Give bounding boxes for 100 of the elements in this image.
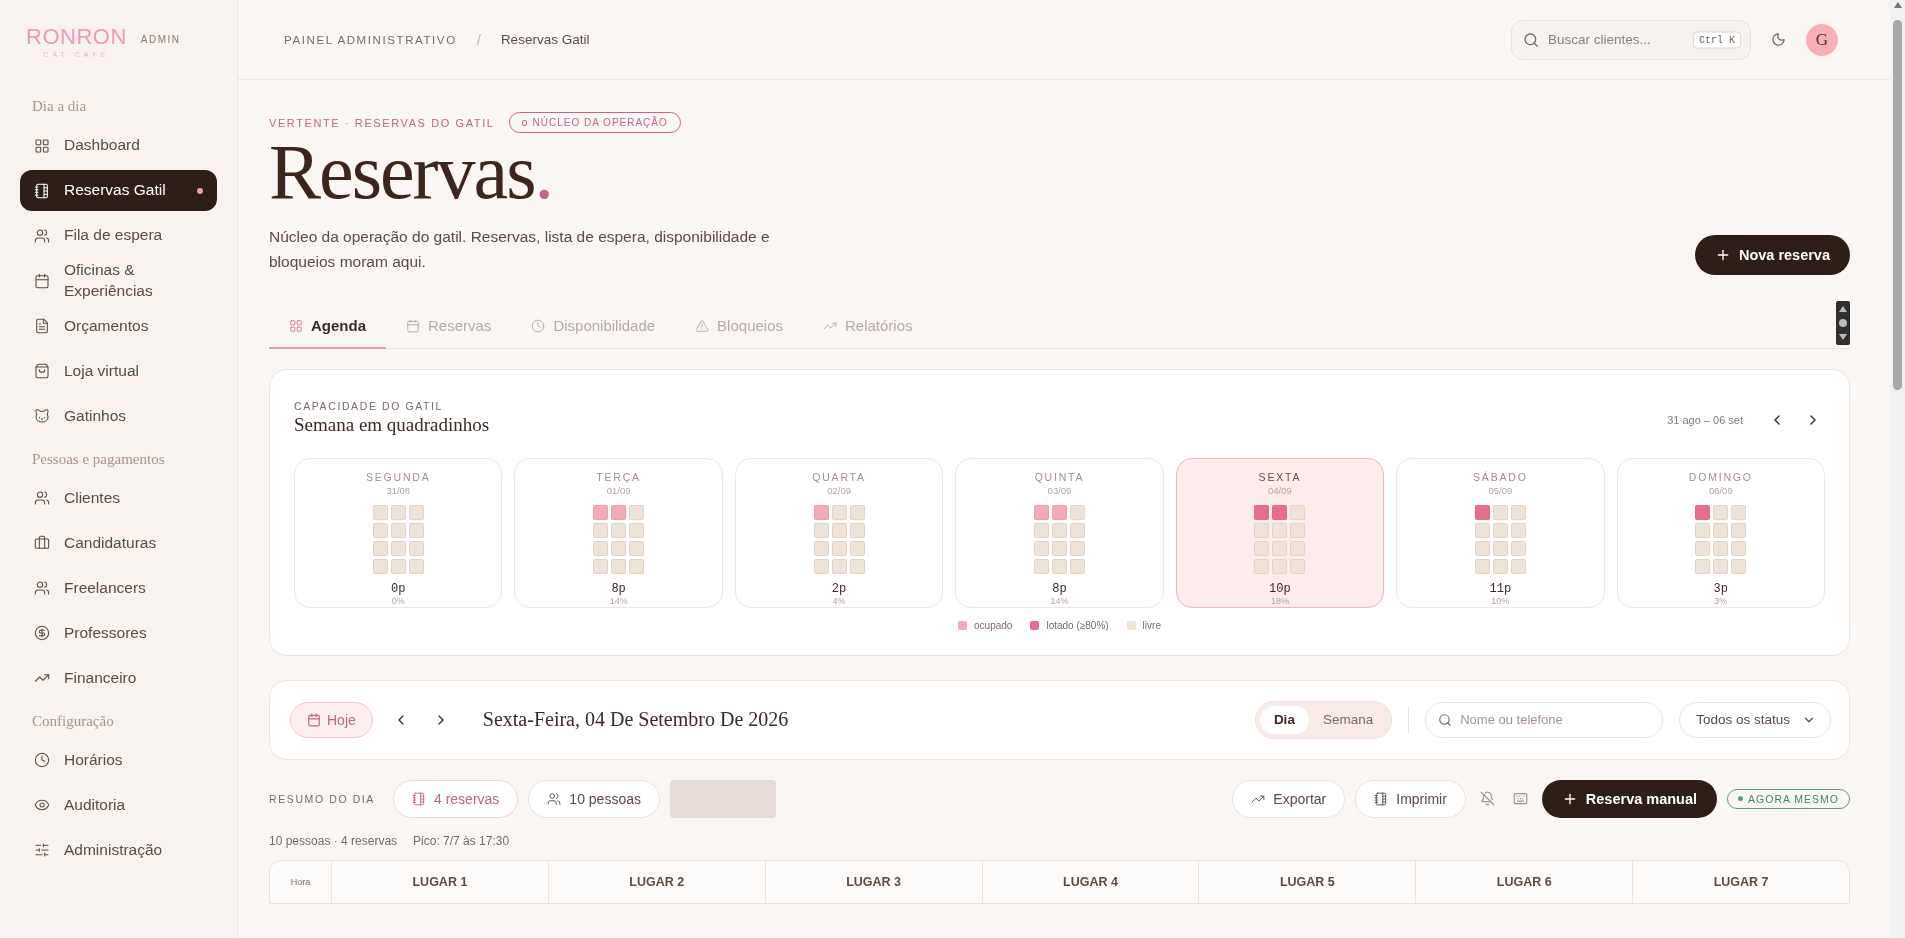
- day-date: 01/09: [606, 484, 631, 496]
- scrollbar[interactable]: [1890, 0, 1905, 938]
- day-date: 06/09: [1708, 484, 1733, 496]
- sidebar-item[interactable]: Oficinas & Experiências: [20, 260, 217, 302]
- day-name: DOMINGO: [1688, 470, 1753, 483]
- occupancy-percent: 18%: [1270, 595, 1289, 606]
- day-card[interactable]: SEXTA 04/09 10p 18%: [1175, 457, 1385, 608]
- sidebar-item[interactable]: Loja virtual: [20, 350, 217, 392]
- view-option[interactable]: Dia: [1259, 705, 1309, 734]
- day-card[interactable]: QUARTA 02/09 2p 4%: [734, 457, 944, 608]
- sidebar-item[interactable]: Professores: [20, 612, 217, 654]
- day-card[interactable]: SEGUNDA 31/08 0p 0%: [294, 457, 503, 608]
- search-icon: [1523, 31, 1539, 48]
- column-header: LUGAR 3: [764, 860, 982, 903]
- sidebar-item[interactable]: Auditoria: [20, 784, 217, 826]
- sidebar-item[interactable]: Fila de espera: [20, 215, 217, 256]
- calendar-icon: [307, 712, 321, 727]
- notebook-icon: [1374, 791, 1389, 806]
- day-name: QUINTA: [1034, 470, 1085, 483]
- summary-chip[interactable]: 4 reservas: [393, 779, 519, 818]
- status-dot: [1738, 796, 1744, 802]
- day-date: 04/09: [1268, 484, 1292, 496]
- card-title: Semana em quadradinhos: [294, 413, 490, 436]
- current-date: Sexta-Feira, 04 De Setembro De 2026: [482, 708, 789, 732]
- sidebar-item[interactable]: Horários: [20, 739, 217, 781]
- column-header: LUGAR 4: [981, 860, 1199, 903]
- day-name: QUARTA: [812, 470, 866, 483]
- action-button[interactable]: Exportar: [1232, 779, 1346, 818]
- bag-icon: [34, 363, 50, 380]
- people-icon: [34, 580, 50, 597]
- search-icon: [1438, 712, 1453, 727]
- calendar-icon: [406, 318, 420, 333]
- keyboard-icon: [1512, 791, 1528, 807]
- manual-booking-button[interactable]: Reserva manual: [1541, 779, 1718, 818]
- summary-label: RESUMO DO DIA: [269, 792, 375, 805]
- user-avatar[interactable]: G: [1806, 23, 1838, 56]
- day-totals: 10 pessoas · 4 reservas: [269, 833, 398, 848]
- legend-item: ocupado: [958, 619, 1013, 631]
- sidebar-item[interactable]: Freelancers: [20, 567, 217, 609]
- logo-wordmark: RONRON: [26, 26, 127, 48]
- calendar-icon: [34, 272, 50, 289]
- breadcrumb-separator: /: [476, 31, 481, 48]
- column-header: Hora: [289, 875, 312, 889]
- day-date: 02/09: [827, 484, 851, 496]
- new-booking-button[interactable]: Nova reserva: [1694, 234, 1850, 275]
- day-card[interactable]: DOMINGO 06/09 3p 3%: [1616, 457, 1825, 608]
- column-header: LUGAR 1: [331, 860, 548, 903]
- column-header: LUGAR 2: [547, 860, 765, 903]
- status-dropdown[interactable]: Todos os status: [1679, 701, 1831, 738]
- notebook-icon: [412, 791, 426, 806]
- shortcut-hint: Ctrl K: [1693, 31, 1741, 48]
- page-eyebrow: VERTENTE · RESERVAS DO GATIL: [269, 116, 495, 129]
- summary-chip[interactable]: 10 pessoas: [528, 779, 660, 818]
- occupancy-percent: 10%: [1491, 595, 1510, 606]
- section-title: Pessoas e pagamentos: [32, 450, 166, 468]
- people-icon: [34, 490, 50, 507]
- people-count: 8p: [611, 581, 626, 596]
- day-card[interactable]: SÁBADO 05/09 11p 10%: [1396, 457, 1605, 608]
- clock-icon: [34, 752, 50, 769]
- occupancy-percent: 14%: [1050, 595, 1069, 606]
- occupancy-percent: 0%: [391, 595, 405, 606]
- people-count: 11p: [1489, 581, 1512, 596]
- day-name: SÁBADO: [1473, 470, 1528, 483]
- clock-icon: [531, 318, 546, 333]
- occupancy-percent: 14%: [609, 595, 628, 606]
- scroll-control-icon[interactable]: [1836, 300, 1850, 345]
- occupancy-percent: 4%: [832, 595, 846, 606]
- sidebar-item[interactable]: Orçamentos: [20, 305, 217, 347]
- admin-label: ADMIN: [140, 34, 181, 45]
- day-card[interactable]: TERÇA 01/09 8p 14%: [514, 457, 723, 608]
- card-eyebrow: CAPACIDADE DO GATIL: [294, 399, 445, 412]
- day-date: 05/09: [1488, 484, 1513, 496]
- peak-info: Pico: 7/7 às 17:30: [413, 833, 510, 848]
- scroll-up-icon[interactable]: [1893, 2, 1902, 8]
- search-field[interactable]: Nome ou telefone: [1425, 701, 1664, 738]
- moon-icon: [1771, 32, 1786, 47]
- column-header: LUGAR 5: [1198, 860, 1416, 903]
- scrollbar-thumb[interactable]: [1893, 20, 1902, 390]
- sidebar-item[interactable]: Administração: [20, 829, 217, 871]
- bell-off-icon: [1479, 791, 1495, 807]
- people-count: 2p: [831, 581, 847, 596]
- action-button[interactable]: Imprimir: [1355, 779, 1466, 818]
- tab[interactable]: Agenda: [269, 304, 386, 349]
- occupancy-percent: 3%: [1714, 595, 1728, 606]
- sidebar-item[interactable]: Dashboard: [20, 125, 217, 166]
- briefcase-icon: [34, 535, 50, 552]
- sidebar-item[interactable]: Reservas Gatil: [20, 170, 217, 211]
- sidebar-item[interactable]: Candidaturas: [20, 522, 217, 564]
- breadcrumb-link[interactable]: PAINEL ADMINISTRATIVO: [284, 33, 457, 46]
- column-header: LUGAR 7: [1632, 860, 1849, 903]
- column-header: LUGAR 6: [1415, 860, 1633, 903]
- grid-icon: [289, 318, 303, 333]
- breadcrumb-current: Reservas Gatil: [500, 32, 590, 47]
- day-card[interactable]: QUINTA 03/09 8p 14%: [955, 457, 1164, 608]
- view-option[interactable]: Semana: [1308, 705, 1388, 734]
- sidebar-item[interactable]: Clientes: [20, 477, 217, 519]
- sidebar-item[interactable]: Financeiro: [20, 657, 217, 699]
- grid-icon: [34, 137, 50, 154]
- sidebar-item[interactable]: Gatinhos: [20, 395, 217, 437]
- week-range: 31 ago – 06 set: [1667, 413, 1743, 426]
